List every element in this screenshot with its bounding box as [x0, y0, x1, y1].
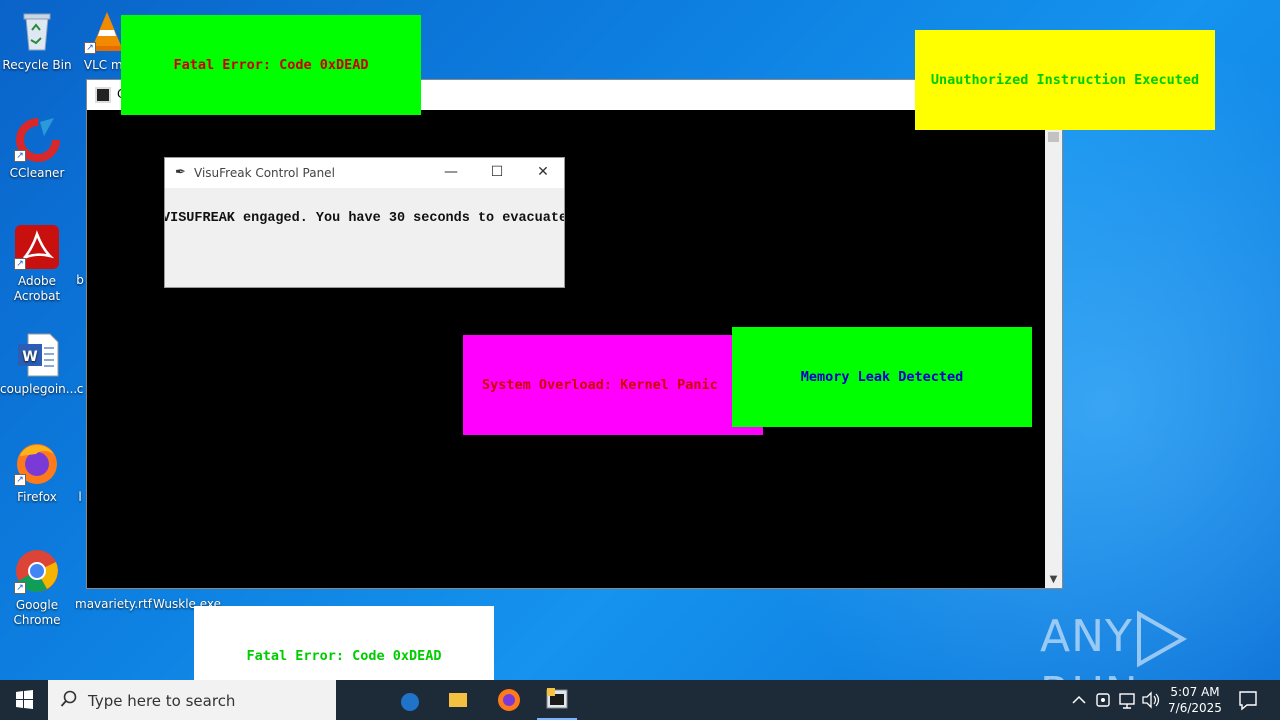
desktop-icon-recycle-bin[interactable]: Recycle Bin	[0, 8, 74, 73]
windows-logo-icon	[16, 690, 33, 709]
dialog-titlebar[interactable]: ✒ VisuFreak Control Panel — ☐ ✕	[165, 158, 564, 188]
taskbar-search-box[interactable]: Type here to search	[48, 680, 336, 720]
firefox-icon: ↗	[14, 440, 60, 486]
popup-text: Memory Leak Detected	[800, 369, 964, 385]
desktop-icon-label: mavariety.rtf	[75, 597, 152, 611]
desktop-icon-label: CCleaner	[9, 166, 65, 180]
taskbar-app-python[interactable]	[533, 680, 581, 720]
popup-text: Fatal Error: Code 0xDEAD	[246, 648, 442, 664]
firefox-icon	[498, 689, 520, 711]
scrollbar-thumb[interactable]	[1048, 132, 1059, 142]
recycle-bin-icon	[14, 8, 60, 54]
clock-date: 7/6/2025	[1168, 701, 1222, 715]
dialog-title: VisuFreak Control Panel	[194, 166, 335, 180]
visufreak-control-panel[interactable]: ✒ VisuFreak Control Panel — ☐ ✕ VISUFREA…	[164, 157, 565, 288]
taskbar-app-explorer[interactable]	[434, 680, 482, 720]
svg-text:W: W	[22, 349, 37, 365]
edge-icon	[401, 693, 419, 711]
action-center-button[interactable]	[1234, 680, 1262, 720]
ccleaner-icon: ↗	[14, 116, 60, 162]
desktop-icon-firefox[interactable]: ↗ Firefox	[0, 440, 74, 505]
tray-network-icon[interactable]	[1116, 680, 1138, 720]
chevron-up-icon	[1072, 695, 1086, 704]
popup-fatal-error-top[interactable]: Fatal Error: Code 0xDEAD	[121, 15, 421, 115]
taskbar: Type here to search 5:07 AM 7/6/2025	[0, 680, 1280, 720]
folder-icon	[449, 693, 467, 707]
desktop-icon-label: Adobe Acrobat	[13, 274, 61, 303]
minimize-button[interactable]: —	[428, 158, 474, 188]
shortcut-arrow-icon: ↗	[14, 474, 26, 486]
close-button[interactable]: ✕	[520, 158, 564, 188]
desktop-icon-word-document[interactable]: W couplegoin...	[0, 332, 78, 397]
shortcut-arrow-icon: ↗	[14, 582, 26, 594]
tray-volume-icon[interactable]	[1140, 680, 1162, 720]
shortcut-arrow-icon: ↗	[14, 258, 26, 270]
show-hidden-icons-button[interactable]	[1068, 680, 1090, 720]
shortcut-arrow-icon: ↗	[84, 42, 96, 54]
maximize-button[interactable]: ☐	[474, 158, 520, 188]
desktop-icon-adobe-acrobat[interactable]: ↗ Adobe Acrobat	[0, 224, 74, 304]
popup-unauthorized-instruction[interactable]: Unauthorized Instruction Executed	[915, 30, 1215, 130]
scroll-down-arrow-icon[interactable]: ▼	[1045, 572, 1062, 588]
popup-system-overload[interactable]: System Overload: Kernel Panic	[463, 335, 763, 435]
chrome-icon: ↗	[14, 548, 60, 594]
python-console-icon	[546, 688, 568, 709]
desktop-icon-ccleaner[interactable]: ↗ CCleaner	[0, 116, 74, 181]
popup-text: Unauthorized Instruction Executed	[930, 72, 1200, 88]
search-placeholder: Type here to search	[88, 692, 236, 710]
start-button[interactable]	[0, 680, 48, 720]
desktop-icon-label: Firefox	[17, 490, 57, 504]
notification-icon	[1239, 691, 1257, 711]
taskbar-app-edge[interactable]	[386, 680, 434, 720]
popup-text: System Overload: Kernel Panic	[482, 377, 718, 393]
word-document-icon: W	[14, 332, 60, 378]
feather-icon: ✒	[175, 165, 186, 180]
shortcut-arrow-icon: ↗	[14, 150, 26, 162]
popup-memory-leak[interactable]: Memory Leak Detected	[732, 327, 1032, 427]
console-app-icon	[95, 87, 111, 103]
taskbar-app-firefox[interactable]	[485, 680, 533, 720]
watermark-text-left: ANY	[1040, 611, 1133, 662]
tray-device-icon[interactable]	[1092, 680, 1114, 720]
play-triangle-icon	[1136, 610, 1187, 668]
desktop-icon-label: Google Chrome	[13, 598, 61, 627]
adobe-acrobat-icon: ↗	[14, 224, 60, 270]
dialog-message: VISUFREAK engaged. You have 30 seconds t…	[164, 211, 565, 226]
desktop-icon-label: couplegoin...	[0, 382, 78, 396]
speaker-icon	[1142, 691, 1160, 709]
desktop-icon-label: Recycle Bin	[2, 58, 72, 72]
taskbar-clock[interactable]: 5:07 AM 7/6/2025	[1160, 684, 1230, 716]
network-icon	[1119, 693, 1135, 709]
desktop-icon-mavariety[interactable]: mavariety.rtf	[75, 597, 152, 612]
popup-text: Fatal Error: Code 0xDEAD	[173, 57, 369, 73]
desktop-icon-google-chrome[interactable]: ↗ Google Chrome	[0, 548, 74, 628]
device-icon	[1096, 693, 1110, 707]
search-icon	[60, 690, 77, 707]
clock-time: 5:07 AM	[1170, 685, 1220, 699]
console-scrollbar[interactable]: ▼	[1045, 110, 1062, 588]
